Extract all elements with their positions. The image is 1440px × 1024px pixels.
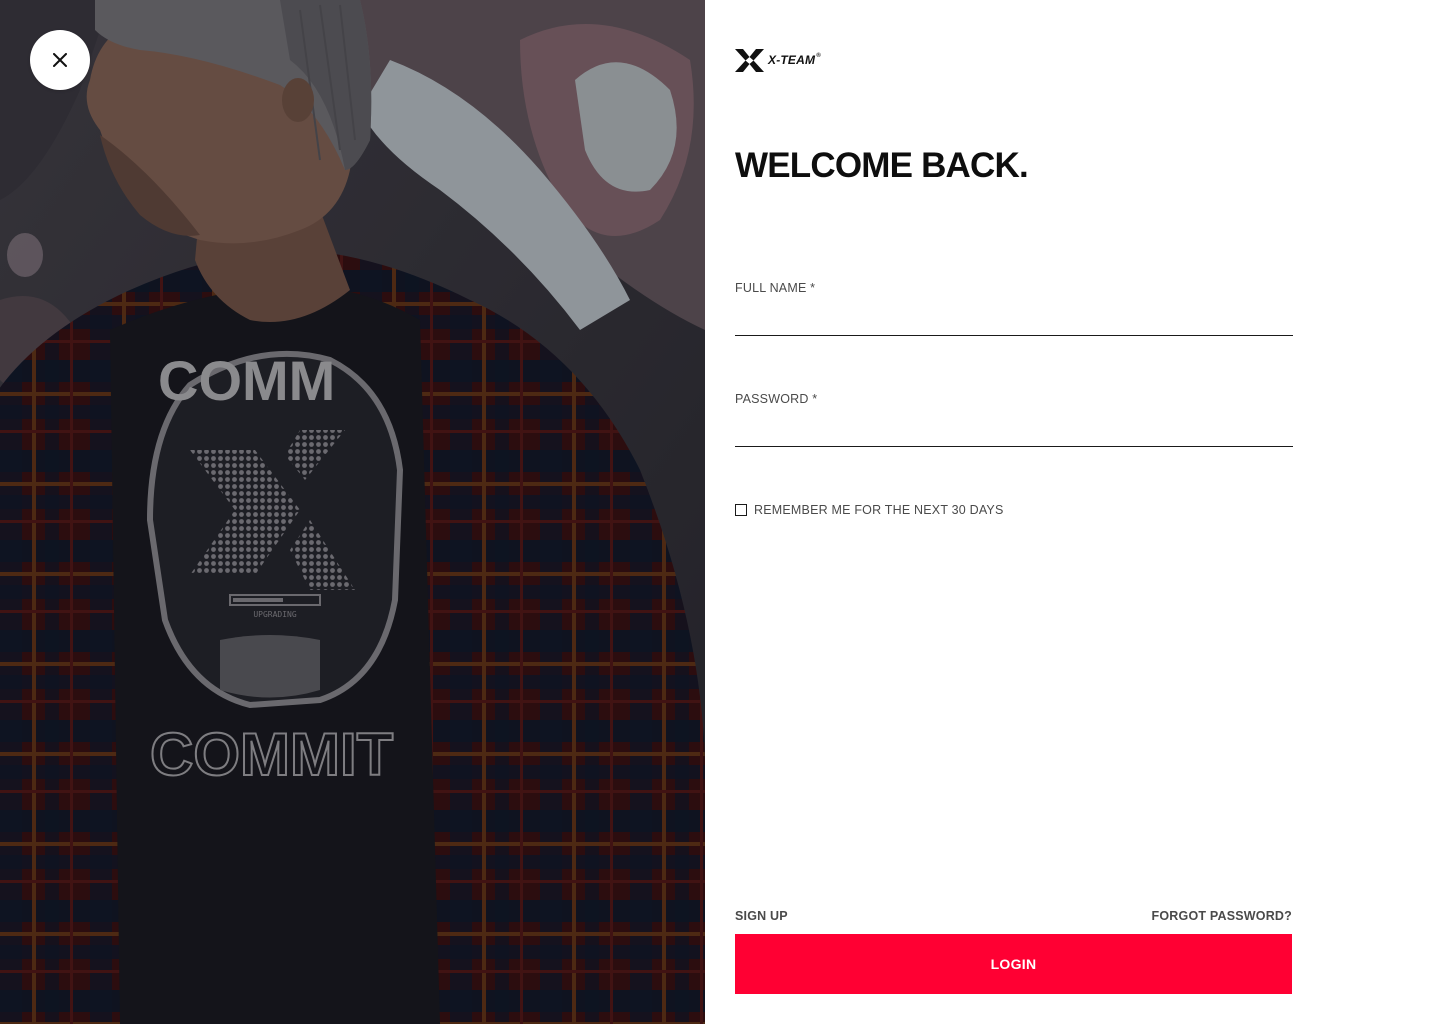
x-team-wordmark: X-TEAM® [768, 53, 821, 67]
password-input[interactable] [735, 414, 1293, 447]
login-page: UPGRADING COMM COMMIT X-TEAM® WELCOME BA… [0, 0, 1440, 1024]
x-team-logo[interactable]: X-TEAM® [735, 45, 821, 75]
forgot-password-link[interactable]: FORGOT PASSWORD? [1152, 909, 1292, 923]
x-team-logo-icon [735, 48, 764, 72]
remember-me-checkbox[interactable] [735, 504, 747, 516]
remember-me-label[interactable]: REMEMBER ME FOR THE NEXT 30 DAYS [754, 503, 1004, 517]
hero-photo-illustration: UPGRADING COMM COMMIT [0, 0, 705, 1024]
full-name-field: FULL NAME * [735, 281, 1293, 336]
hero-photo: UPGRADING COMM COMMIT [0, 0, 705, 1024]
login-button[interactable]: LOGIN [735, 934, 1292, 994]
login-form-panel: X-TEAM® WELCOME BACK. FULL NAME * PASSWO… [705, 0, 1440, 1024]
password-field: PASSWORD * [735, 392, 1293, 447]
full-name-input[interactable] [735, 303, 1293, 336]
full-name-label: FULL NAME * [735, 281, 816, 295]
sign-up-link[interactable]: SIGN UP [735, 909, 788, 923]
close-icon [53, 53, 67, 67]
remember-me-option[interactable]: REMEMBER ME FOR THE NEXT 30 DAYS [735, 503, 1004, 517]
close-button[interactable] [30, 30, 90, 90]
auth-links: SIGN UP FORGOT PASSWORD? [735, 909, 1292, 923]
page-title: WELCOME BACK. [735, 146, 1029, 185]
password-label: PASSWORD * [735, 392, 818, 406]
